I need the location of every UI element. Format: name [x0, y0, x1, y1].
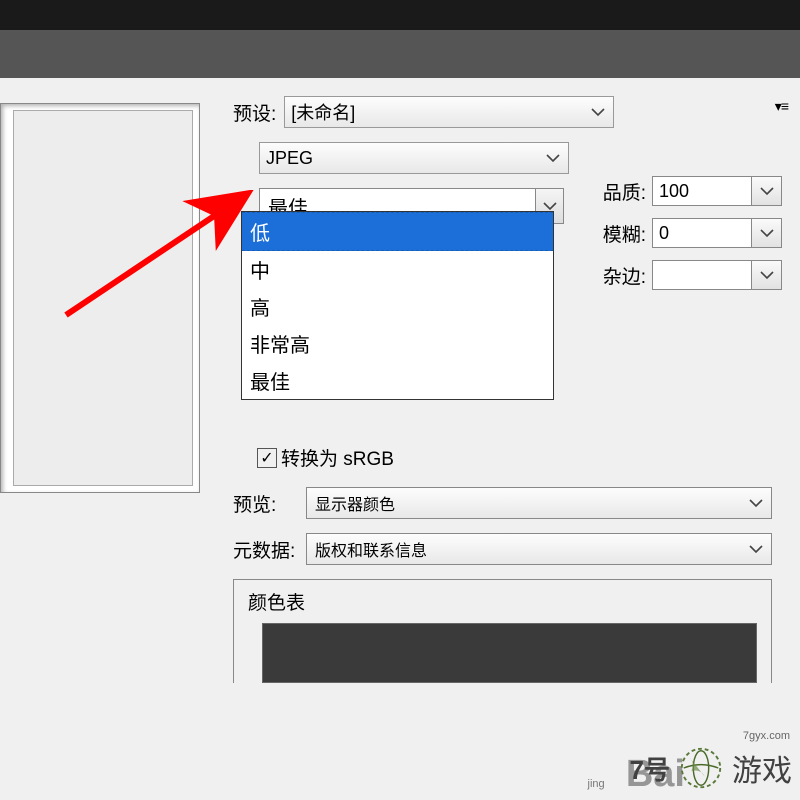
blur-row: 模糊: 0 [596, 218, 782, 248]
watermark-num: 7号 [630, 750, 670, 787]
globe-icon [670, 744, 732, 792]
quality-label: 品质: [596, 178, 646, 205]
app-toolbar [0, 30, 800, 78]
quality-input[interactable]: 100 [652, 176, 752, 206]
watermark-url: 7gyx.com [743, 730, 790, 742]
blur-stepper[interactable] [752, 218, 782, 248]
settings-panel: ▾≡ 预设: [未命名] JPEG 最佳 [215, 78, 800, 800]
chevron-down-icon [741, 544, 771, 554]
blur-input[interactable]: 0 [652, 218, 752, 248]
quality-option-best[interactable]: 最佳 [242, 362, 553, 399]
metadata-dropdown[interactable]: 版权和联系信息 [306, 533, 772, 565]
convert-srgb-label: 转换为 sRGB [281, 444, 394, 471]
metadata-row: 元数据: 版权和联系信息 [233, 533, 772, 565]
preview-image-area[interactable] [13, 110, 193, 486]
preview-frame [0, 103, 200, 493]
right-settings-column: 品质: 100 模糊: 0 杂边: [596, 176, 782, 302]
convert-srgb-row: ✓ 转换为 sRGB [257, 444, 772, 471]
watermark-cn-text: 游戏 [732, 746, 792, 790]
preset-row: 预设: [未命名] [233, 96, 772, 128]
matte-color-swatch[interactable] [652, 260, 752, 290]
quality-option-veryhigh[interactable]: 非常高 [242, 325, 553, 362]
window-title-bar [0, 0, 800, 30]
preview-value: 显示器颜色 [315, 491, 395, 515]
metadata-value: 版权和联系信息 [315, 537, 427, 561]
chevron-down-icon [583, 107, 613, 117]
quality-option-low[interactable]: 低 [242, 212, 553, 251]
color-table-section: 颜色表 [233, 579, 772, 683]
lower-settings: ✓ 转换为 sRGB 预览: 显示器颜色 元数据: 版权和联系信息 [233, 444, 772, 683]
main-content: ▾≡ 预设: [未命名] JPEG 最佳 [0, 78, 800, 800]
quality-stepper[interactable] [752, 176, 782, 206]
preview-pane [0, 78, 215, 800]
quality-option-medium[interactable]: 中 [242, 251, 553, 288]
preset-dropdown[interactable]: [未命名] [284, 96, 614, 128]
color-table-label: 颜色表 [248, 588, 771, 615]
format-value: JPEG [266, 148, 313, 169]
format-dropdown[interactable]: JPEG [259, 142, 569, 174]
matte-label: 杂边: [596, 262, 646, 289]
watermark-sub: jing [588, 778, 605, 790]
quality-value-row: 品质: 100 [596, 176, 782, 206]
preset-value: [未命名] [291, 99, 355, 125]
chevron-down-icon [538, 153, 568, 163]
watermark-7gyx: 7号 游戏 7gyx.com jing [630, 744, 792, 792]
chevron-down-icon [741, 498, 771, 508]
convert-srgb-checkbox[interactable]: ✓ [257, 448, 277, 468]
preview-label: 预览: [233, 490, 298, 517]
blur-label: 模糊: [596, 220, 646, 247]
panel-menu-icon[interactable]: ▾≡ [775, 98, 788, 115]
matte-dropdown[interactable] [752, 260, 782, 290]
metadata-label: 元数据: [233, 536, 298, 563]
preview-dropdown[interactable]: 显示器颜色 [306, 487, 772, 519]
quality-dropdown-list: 低 中 高 非常高 最佳 [241, 211, 554, 400]
preset-label: 预设: [233, 99, 276, 126]
format-row: JPEG [233, 142, 772, 174]
quality-option-high[interactable]: 高 [242, 288, 553, 325]
matte-row: 杂边: [596, 260, 782, 290]
color-table-preview [262, 623, 757, 683]
preview-setting-row: 预览: 显示器颜色 [233, 487, 772, 519]
